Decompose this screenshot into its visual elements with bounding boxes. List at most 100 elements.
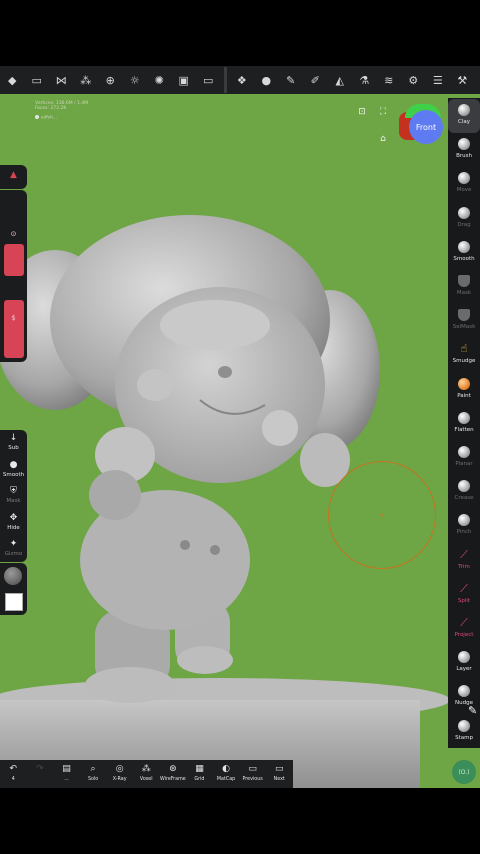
cut-tool-icon: ⟋ [460,547,468,561]
tool-label: Smooth [453,255,475,262]
fullscreen-icon[interactable]: ⛶ [377,106,389,118]
bottom-matcap-button[interactable]: ◐ MatCap [213,760,240,788]
active-object: sdfsh... [35,115,88,121]
tool-stamp[interactable]: Stamp [448,715,480,749]
tool-label: Crease [454,495,474,502]
image-icon[interactable]: ▣ [172,66,197,94]
bottom-previous-button[interactable]: ▭ Previous [239,760,266,788]
layers-cube-icon[interactable]: ❖ [230,66,255,94]
top-toolbar: ◆ ▭ ⋈ ⁂ ⊕ ☼ ✺ ▣ ▭ ❖ ● ✎ ✐ ◭ ⚗ ≋ ⚙ ☰ ⚒ [0,66,480,94]
bottom-toolbar: ↶ 4 ↷ ▤... ⌕ Solo ◎ X-Ray ⁂ Voxel ⊛ WireFrame ▦ Grid ◐… [0,760,293,788]
brush-sphere-icon [458,411,470,424]
brush-sphere-icon [458,685,470,698]
tool-pinch[interactable]: Pinch [448,509,480,543]
scene-icon[interactable]: ⁂ [74,66,99,94]
material-icon[interactable]: ✺ [147,66,172,94]
bottom-x-ray-button[interactable]: ◎ X-Ray [106,760,133,788]
brush-icon[interactable]: ✎ [279,66,304,94]
left-tool-label: Mask [6,498,21,504]
left-tool-smooth[interactable]: ● Smooth [0,460,27,478]
light-icon[interactable]: ☼ [123,66,148,94]
intensity-slider[interactable] [4,300,24,358]
tool-paint[interactable]: Paint [448,373,480,407]
cut-tool-icon: ⟋ [460,616,468,629]
tool-selmask[interactable]: SelMask [448,304,480,338]
radius-slider-icon: ⊙ [10,230,17,238]
brush-sphere-icon [458,480,470,493]
mirror-icon[interactable]: ◭ [328,66,353,94]
matcap-icon: ◐ [222,764,230,774]
picker-icon[interactable]: ✐ [303,66,328,94]
tool-crease[interactable]: Crease [448,475,480,509]
tool-planar[interactable]: Planar [448,441,480,475]
tool-mask[interactable]: Mask [448,270,480,304]
left-tool-label: Hide [7,524,20,531]
folder-icon[interactable]: ▭ [25,66,50,94]
tool-move[interactable]: Move [448,167,480,201]
material-sphere[interactable] [4,567,22,585]
left-tool-gizmo[interactable]: ✦ Gizmo [0,539,27,557]
3d-viewport[interactable] [0,66,480,788]
tool-project[interactable]: ⟋ Project [448,612,480,646]
bottom-tool-label: ... [64,777,69,782]
bottom-grid-button[interactable]: ▦ Grid [186,760,213,788]
settings-icon[interactable]: ⚙ [401,66,426,94]
gizmo-front-face[interactable]: Front [409,110,443,144]
video-icon[interactable]: ▭ [196,66,221,94]
scene-info: Vertices: 136.6M / 1.4M Faces: 272.2K sd… [35,101,88,121]
sculpt-model [0,215,450,788]
bottom-voxel-button[interactable]: ⁂ Voxel [133,760,160,788]
quick-action-button[interactable]: (O.) [452,760,476,784]
left-tool-hide[interactable]: ✥ Hide [0,513,27,531]
tool-label: Mask [456,290,472,296]
color-swatch[interactable] [5,593,23,611]
undo-icon: ↶ [9,764,18,774]
left-tool-sub[interactable]: ↓ Sub [0,433,27,451]
smudge-hand-icon: ☝ [460,342,468,356]
orientation-gizmo[interactable]: Front [399,104,443,144]
wireframe-icon: ⊛ [169,764,177,774]
tool-clay[interactable]: Clay [448,99,480,133]
face-count: Faces: 272.2K [35,106,67,111]
brand-icon[interactable]: ◆ [0,66,25,94]
tool-drag[interactable]: Drag [448,202,480,236]
tool-label: Trim [458,563,470,570]
tool-smudge[interactable]: ☝ Smudge [448,338,480,372]
bottom-files-button[interactable]: ▤... [53,760,80,788]
tool-label: Flatten [454,426,474,433]
bottom-tool-label: Solo [87,777,99,782]
tool-label: Project [454,632,474,638]
tool-smooth[interactable]: Smooth [448,236,480,270]
bottom-undo-button[interactable]: ↶ 4 [0,760,27,788]
flask-icon[interactable]: ⚗ [352,66,377,94]
grid-icon[interactable]: ⊕ [98,66,123,94]
tools-icon[interactable]: ⚒ [450,66,475,94]
sphere-icon[interactable]: ● [254,66,279,94]
bottom-wireframe-button[interactable]: ⊛ WireFrame [160,760,187,788]
bottom-redo-button[interactable]: ↷ [27,760,54,788]
brush-sphere-icon [458,514,470,527]
bottom-solo-button[interactable]: ⌕ Solo [80,760,107,788]
home-icon[interactable]: ⌂ [377,133,389,145]
toolbar-left-group: ◆ ▭ ⋈ ⁂ ⊕ ☼ ✺ ▣ ▭ [0,66,221,94]
tool-label: Split [457,597,471,604]
left-tool-mask[interactable]: ⛨ Mask [0,486,27,504]
tool-split[interactable]: ⟋ Split [448,578,480,612]
next-icon: ▭ [274,764,284,774]
bottom-next-button[interactable]: ▭ Next [266,760,293,788]
previous-icon: ▭ [248,764,257,774]
radius-slider[interactable] [4,244,24,276]
left-tool-label: Gizmo [4,551,23,557]
stack-icon[interactable]: ≋ [377,66,402,94]
lock-icon[interactable]: ⊡ [356,106,368,118]
tool-brush[interactable]: Brush [448,133,480,167]
tool-layer[interactable]: Layer [448,646,480,680]
sliders-icon[interactable]: ☰ [426,66,451,94]
pencil-icon[interactable]: ✎ [468,704,477,717]
active-dot-icon [35,115,39,119]
smooth-icon: ● [9,459,18,470]
warning-icon[interactable]: ▲ [0,170,27,180]
tool-trim[interactable]: ⟋ Trim [448,544,480,578]
share-icon[interactable]: ⋈ [49,66,74,94]
tool-flatten[interactable]: Flatten [448,407,480,441]
